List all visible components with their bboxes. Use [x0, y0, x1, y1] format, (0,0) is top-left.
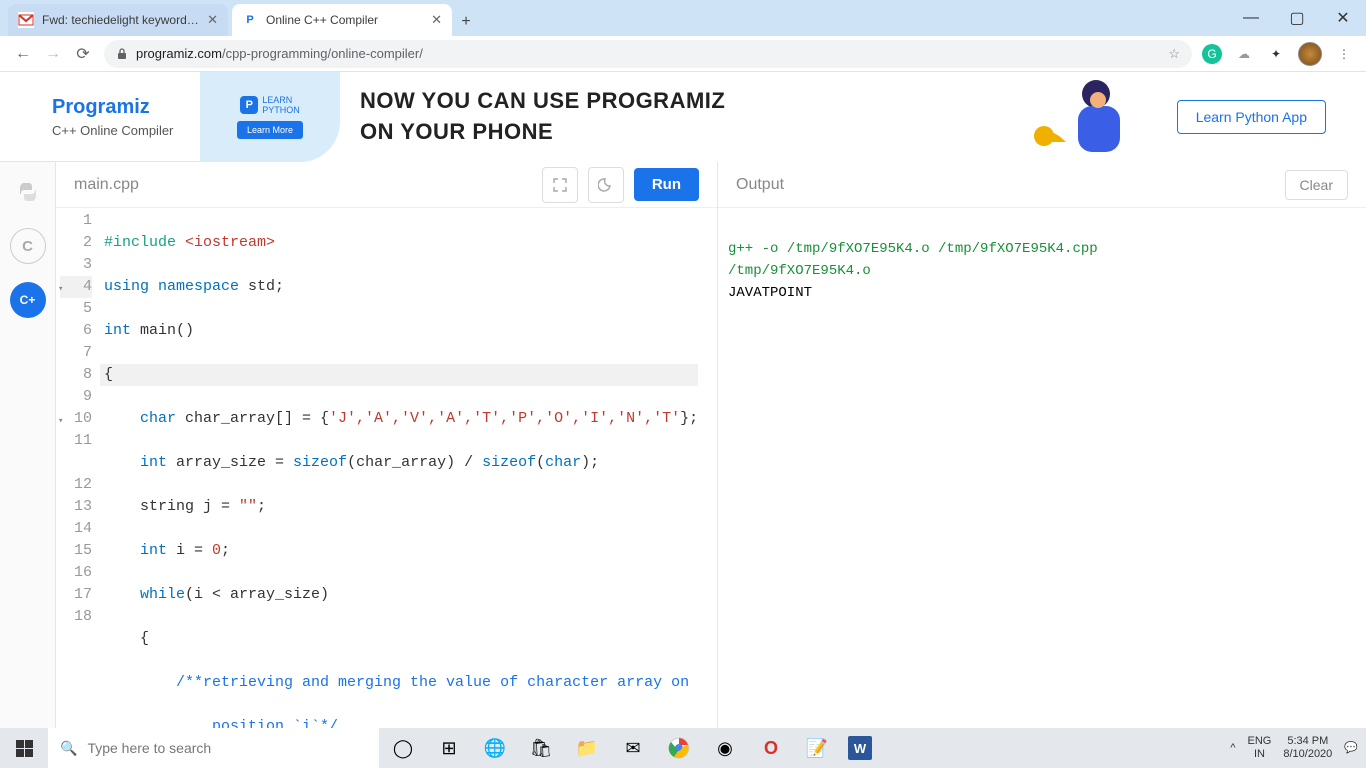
chrome-icon[interactable] — [656, 728, 702, 768]
url-host: programiz.com — [136, 46, 222, 61]
chrome-menu-icon[interactable]: ⋮ — [1334, 44, 1354, 64]
tab-title: Online C++ Compiler — [266, 13, 427, 27]
line-gutter: 123 ▾4 56789 ▾10 11 12131415161718 — [56, 208, 100, 728]
chromium-icon[interactable]: ◉ — [702, 728, 748, 768]
tray-clock[interactable]: 5:34 PM8/10/2020 — [1277, 735, 1338, 761]
browser-tabs: Fwd: techiedelight keywords list - ✕ P O… — [0, 4, 480, 36]
forward-button[interactable]: → — [38, 39, 68, 69]
run-button[interactable]: Run — [634, 168, 699, 201]
learn-more-button[interactable]: Learn More — [237, 121, 303, 139]
close-icon[interactable]: ✕ — [431, 12, 442, 28]
maximize-button[interactable]: ▢ — [1274, 0, 1320, 36]
new-tab-button[interactable]: + — [452, 8, 480, 36]
ie-icon[interactable]: 🌐 — [472, 728, 518, 768]
sidebar-item-c[interactable]: C — [10, 228, 46, 264]
browser-tab-gmail[interactable]: Fwd: techiedelight keywords list - ✕ — [8, 4, 228, 36]
clear-button[interactable]: Clear — [1285, 170, 1348, 200]
system-tray: ^ ENGIN 5:34 PM8/10/2020 💬 — [1222, 735, 1366, 761]
output-line-exec: /tmp/9fXO7E95K4.o — [728, 263, 871, 279]
banner-illustration — [1016, 72, 1166, 162]
start-button[interactable] — [0, 728, 48, 768]
browser-titlebar: Fwd: techiedelight keywords list - ✕ P O… — [0, 0, 1366, 36]
opera-icon[interactable]: O — [748, 728, 794, 768]
programiz-icon: P — [242, 12, 258, 28]
tray-language[interactable]: ENGIN — [1242, 735, 1278, 761]
word-icon[interactable]: W — [848, 736, 872, 760]
badge-text1: LEARN — [262, 95, 300, 105]
fullscreen-button[interactable] — [542, 167, 578, 203]
output-title: Output — [736, 176, 784, 194]
cloud-icon[interactable]: ☁ — [1234, 44, 1254, 64]
tab-title: Fwd: techiedelight keywords list - — [42, 13, 203, 27]
main-area: C C+ main.cpp Run 123 ▾4 56789 ▾10 11 — [0, 162, 1366, 728]
output-line-result: JAVATPOINT — [728, 285, 812, 301]
window-controls: — ▢ ✕ — [1228, 0, 1366, 36]
windows-icon — [16, 740, 33, 757]
output-body[interactable]: g++ -o /tmp/9fXO7E95K4.o /tmp/9fXO7E95K4… — [718, 208, 1366, 728]
close-window-button[interactable]: ✕ — [1320, 0, 1366, 36]
windows-taskbar: 🔍 Type here to search ◯ ⊞ 🌐 🛍 📁 ✉ ◉ O 📝 … — [0, 728, 1366, 768]
page-header: Programiz C++ Online Compiler P LEARN PY… — [0, 72, 1366, 162]
browser-tab-programiz[interactable]: P Online C++ Compiler ✕ — [232, 4, 452, 36]
badge-text2: PYTHON — [262, 105, 300, 115]
minimize-button[interactable]: — — [1228, 0, 1274, 36]
output-panel: Output Clear g++ -o /tmp/9fXO7E95K4.o /t… — [718, 162, 1366, 728]
programiz-logo[interactable]: Programiz — [52, 96, 200, 119]
language-sidebar: C C+ — [0, 162, 56, 728]
search-placeholder: Type here to search — [87, 740, 211, 756]
grammarly-icon[interactable]: G — [1202, 44, 1222, 64]
extension-icons: G ☁ ✦ ⋮ — [1198, 42, 1358, 66]
reload-button[interactable]: ⟳ — [68, 39, 98, 69]
back-button[interactable]: ← — [8, 39, 38, 69]
search-icon: 🔍 — [60, 740, 77, 757]
profile-avatar[interactable] — [1298, 42, 1322, 66]
output-header: Output Clear — [718, 162, 1366, 208]
banner-line1: NOW YOU CAN USE PROGRAMIZ — [360, 86, 725, 117]
url-path: /cpp-programming/online-compiler/ — [222, 46, 423, 61]
lock-icon — [116, 48, 128, 60]
notepad-icon[interactable]: 📝 — [794, 728, 840, 768]
tray-notifications-icon[interactable]: 💬 — [1338, 742, 1364, 755]
code-editor[interactable]: 123 ▾4 56789 ▾10 11 12131415161718 #incl… — [56, 208, 717, 728]
close-icon[interactable]: ✕ — [207, 12, 218, 28]
promo-banner: P LEARN PYTHON Learn More NOW YOU CAN US… — [200, 72, 1366, 162]
editor-panel: main.cpp Run 123 ▾4 56789 ▾10 11 1213141… — [56, 162, 718, 728]
bookmark-icon[interactable]: ☆ — [1168, 46, 1180, 62]
sidebar-item-python[interactable] — [10, 174, 46, 210]
taskbar-apps: ◯ ⊞ 🌐 🛍 📁 ✉ ◉ O 📝 W — [380, 728, 880, 768]
gmail-icon — [18, 12, 34, 28]
learn-python-app-button[interactable]: Learn Python App — [1177, 100, 1326, 134]
sidebar-item-cpp[interactable]: C+ — [10, 282, 46, 318]
browser-toolbar: ← → ⟳ programiz.com/cpp-programming/onli… — [0, 36, 1366, 72]
brand: Programiz C++ Online Compiler — [0, 96, 200, 138]
theme-toggle-button[interactable] — [588, 167, 624, 203]
extensions-icon[interactable]: ✦ — [1266, 44, 1286, 64]
banner-line2: ON YOUR PHONE — [360, 117, 725, 148]
explorer-icon[interactable]: 📁 — [564, 728, 610, 768]
badge-icon: P — [240, 96, 258, 114]
editor-filename: main.cpp — [74, 176, 139, 194]
address-bar[interactable]: programiz.com/cpp-programming/online-com… — [104, 40, 1192, 68]
store-icon[interactable]: 🛍 — [518, 728, 564, 768]
learn-python-badge: P LEARN PYTHON — [240, 95, 300, 115]
code-content[interactable]: #include <iostream> using namespace std;… — [100, 208, 698, 728]
banner-badge-area: P LEARN PYTHON Learn More — [200, 72, 340, 162]
mail-icon[interactable]: ✉ — [610, 728, 656, 768]
taskbar-search[interactable]: 🔍 Type here to search — [48, 728, 380, 768]
brand-subtitle: C++ Online Compiler — [52, 123, 200, 138]
editor-header: main.cpp Run — [56, 162, 717, 208]
task-view-icon[interactable]: ⊞ — [426, 728, 472, 768]
banner-headline: NOW YOU CAN USE PROGRAMIZ ON YOUR PHONE — [360, 86, 725, 148]
cortana-icon[interactable]: ◯ — [380, 728, 426, 768]
output-line-compile: g++ -o /tmp/9fXO7E95K4.o /tmp/9fXO7E95K4… — [728, 241, 1098, 257]
tray-chevron-icon[interactable]: ^ — [1224, 742, 1241, 755]
